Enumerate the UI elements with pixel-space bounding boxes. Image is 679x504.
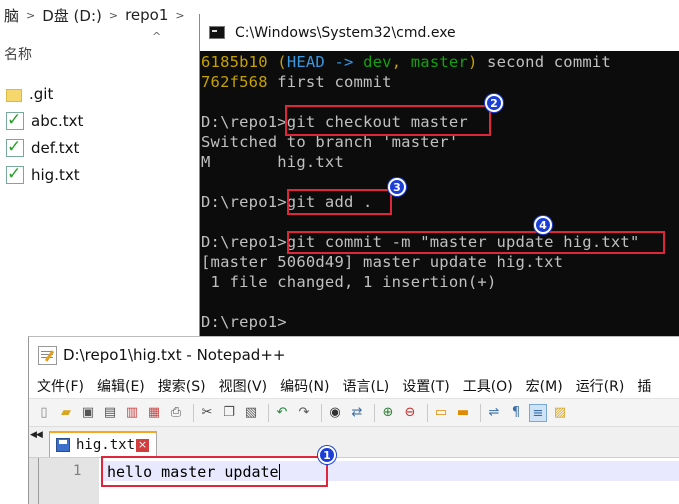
breadcrumb-item-repo1[interactable]: repo1 xyxy=(121,6,172,24)
file-name: .git xyxy=(29,84,54,103)
user-lang-icon[interactable]: ▨ xyxy=(551,404,569,422)
toolbar-separator xyxy=(374,403,375,422)
cmd-window: C:\Windows\System32\cmd.exe 6185b10 (HEA… xyxy=(199,14,679,344)
folder-icon xyxy=(6,88,22,102)
tab-hig-txt[interactable]: hig.txt × xyxy=(49,431,157,457)
git-tracked-file-icon xyxy=(6,164,24,184)
cmd-title-bar[interactable]: C:\Windows\System32\cmd.exe xyxy=(200,14,679,51)
replace-icon[interactable]: ⇄ xyxy=(348,404,366,422)
file-item-git-folder[interactable]: .git xyxy=(6,80,83,107)
highlight-box-add xyxy=(287,189,392,215)
file-name: abc.txt xyxy=(31,111,84,130)
menu-search[interactable]: 搜索(S) xyxy=(158,376,206,396)
wrap-icon[interactable]: ⇌ xyxy=(485,404,503,422)
terminal-icon xyxy=(209,26,225,39)
file-item-def[interactable]: def.txt xyxy=(6,134,83,161)
menu-encoding[interactable]: 编码(N) xyxy=(280,376,329,396)
sort-caret-icon: ^ xyxy=(152,30,162,43)
copy-icon[interactable]: ❐ xyxy=(220,404,238,422)
highlight-box-checkout xyxy=(285,105,491,136)
toolbar-separator xyxy=(193,403,194,422)
breadcrumb-item-drive[interactable]: D盘 (D:) xyxy=(38,5,106,26)
open-icon[interactable]: ▰ xyxy=(57,404,75,422)
menu-run[interactable]: 运行(R) xyxy=(576,376,625,396)
output-line: 1 file changed, 1 insertion(+) xyxy=(201,273,497,291)
step-badge-1: 1 xyxy=(318,446,336,464)
file-name: def.txt xyxy=(31,138,80,157)
tab-scroll-arrows-icon[interactable]: ◀◀ xyxy=(30,430,43,440)
menu-settings[interactable]: 设置(T) xyxy=(402,376,449,396)
command-line-add: D:\repo1>git add . xyxy=(201,193,373,211)
git-log-line: 6185b10 (HEAD -> dev, master) second com… xyxy=(201,53,611,71)
npp-title-bar[interactable]: D:\repo1\hig.txt - Notepad++ xyxy=(29,337,679,373)
tab-bar: ◀◀ hig.txt × xyxy=(29,426,679,457)
chevron-right-icon[interactable]: > xyxy=(106,9,121,22)
menu-language[interactable]: 语言(L) xyxy=(343,376,390,396)
git-tracked-file-icon xyxy=(6,137,24,157)
toolbar-separator xyxy=(480,403,481,422)
sync-h-icon[interactable]: ▬ xyxy=(454,404,472,422)
step-badge-2: 2 xyxy=(485,94,503,112)
chevron-right-icon[interactable]: > xyxy=(172,9,187,22)
sync-v-icon[interactable]: ▭ xyxy=(432,404,450,422)
fold-margin xyxy=(38,458,39,504)
new-icon[interactable]: ▯ xyxy=(35,404,53,422)
toolbar: ▯ ▰ ▣ ▤ ▥ ▦ ⎙ ✂ ❐ ▧ ↶ ↷ ◉ ⇄ ⊕ ⊖ ▭ ▬ ⇌ ¶ … xyxy=(29,398,679,426)
output-line: [master 5060d49] master update hig.txt xyxy=(201,253,564,271)
close-all-icon[interactable]: ▦ xyxy=(145,404,163,422)
saved-file-icon xyxy=(56,438,70,452)
git-tracked-file-icon xyxy=(6,110,24,130)
highlight-box-file-content xyxy=(101,456,328,487)
indent-guide-icon[interactable]: ≡ xyxy=(529,403,547,422)
file-list: .git abc.txt def.txt hig.txt xyxy=(6,80,83,188)
cmd-console[interactable]: 6185b10 (HEAD -> dev, master) second com… xyxy=(200,51,679,332)
toolbar-separator xyxy=(427,403,428,422)
tab-close-icon[interactable]: × xyxy=(136,438,150,452)
git-log-line: 762f568 first commit xyxy=(201,73,392,91)
file-name: hig.txt xyxy=(31,165,80,184)
file-item-hig[interactable]: hig.txt xyxy=(6,161,83,188)
show-all-chars-icon[interactable]: ¶ xyxy=(507,404,525,422)
highlight-box-commit xyxy=(287,231,665,254)
toolbar-separator xyxy=(268,403,269,422)
step-badge-4: 4 xyxy=(534,216,552,234)
save-icon[interactable]: ▣ xyxy=(79,404,97,422)
menu-file[interactable]: 文件(F) xyxy=(37,376,84,396)
column-header-name[interactable]: 名称 xyxy=(4,44,32,64)
breadcrumb: 脑 > D盘 (D:) > repo1 > xyxy=(0,0,230,30)
tab-label: hig.txt xyxy=(76,437,136,453)
menu-tools[interactable]: 工具(O) xyxy=(463,376,513,396)
chevron-right-icon[interactable]: > xyxy=(23,9,38,22)
print-icon[interactable]: ⎙ xyxy=(167,404,185,422)
close-icon[interactable]: ▥ xyxy=(123,404,141,422)
line-number: 1 xyxy=(73,463,82,479)
breadcrumb-item-pc[interactable]: 脑 xyxy=(0,5,23,26)
paste-icon[interactable]: ▧ xyxy=(242,404,260,422)
step-badge-3: 3 xyxy=(388,178,406,196)
redo-icon[interactable]: ↷ xyxy=(295,404,313,422)
find-icon[interactable]: ◉ xyxy=(326,404,344,422)
menu-bar: 文件(F) 编辑(E) 搜索(S) 视图(V) 编码(N) 语言(L) 设置(T… xyxy=(29,373,679,398)
menu-view[interactable]: 视图(V) xyxy=(219,376,268,396)
command-prompt-line: D:\repo1> xyxy=(201,313,287,331)
npp-title: D:\repo1\hig.txt - Notepad++ xyxy=(63,346,286,364)
menu-macro[interactable]: 宏(M) xyxy=(526,376,563,396)
save-all-icon[interactable]: ▤ xyxy=(101,404,119,422)
menu-plugins[interactable]: 插 xyxy=(637,376,651,396)
zoom-in-icon[interactable]: ⊕ xyxy=(379,404,397,422)
undo-icon[interactable]: ↶ xyxy=(273,404,291,422)
toolbar-separator xyxy=(321,403,322,422)
notepad-icon xyxy=(38,345,57,365)
cut-icon[interactable]: ✂ xyxy=(198,404,216,422)
file-item-abc[interactable]: abc.txt xyxy=(6,107,83,134)
cmd-title: C:\Windows\System32\cmd.exe xyxy=(235,24,456,41)
zoom-out-icon[interactable]: ⊖ xyxy=(401,404,419,422)
menu-edit[interactable]: 编辑(E) xyxy=(97,376,145,396)
output-line: M hig.txt xyxy=(201,153,344,171)
line-number-gutter: 1 xyxy=(29,458,99,504)
